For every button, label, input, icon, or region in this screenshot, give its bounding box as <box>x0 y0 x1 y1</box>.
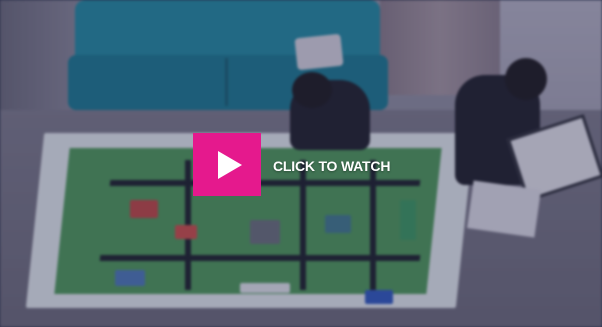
video-thumbnail[interactable]: CLICK TO WATCH <box>0 0 602 327</box>
click-to-watch-label[interactable]: CLICK TO WATCH <box>273 158 390 174</box>
play-button[interactable] <box>193 133 261 196</box>
play-icon <box>217 150 242 179</box>
